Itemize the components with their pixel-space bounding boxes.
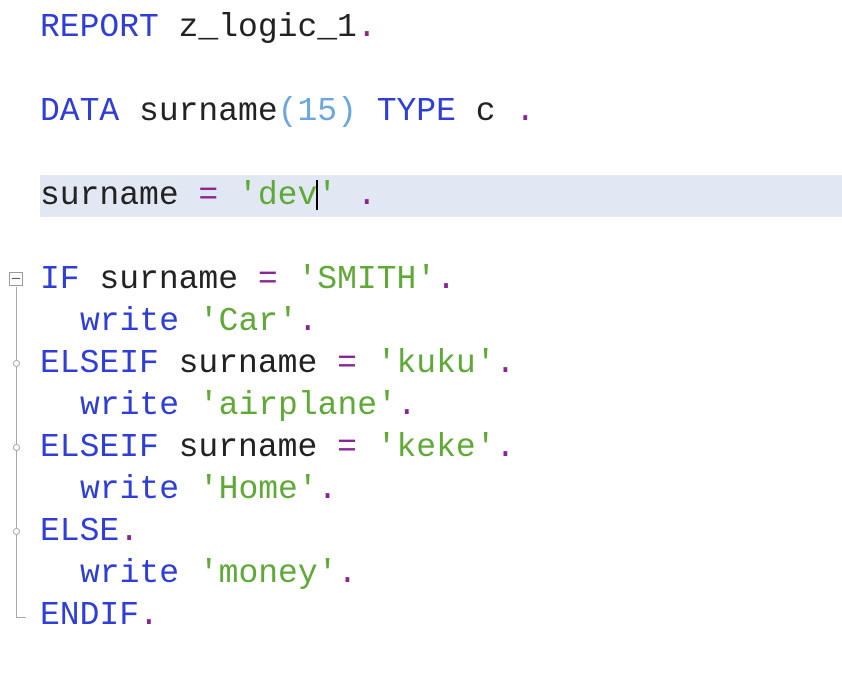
number-literal: 15 [297,93,338,130]
code-line-write-home[interactable]: write 'Home'. [0,469,842,511]
operator-equals: = [317,429,357,466]
fold-branch-marker [13,528,20,535]
period: . [297,303,318,340]
code-line-write-airplane[interactable]: write 'airplane'. [0,385,842,427]
keyword-if: IF [40,261,80,298]
period: . [495,429,516,466]
code-line-write-car[interactable]: write 'Car'. [0,301,842,343]
code-text: ELSE. [40,511,139,553]
keyword-else: ELSE [40,513,120,550]
keyword-data: DATA [40,93,120,130]
identifier: surname [158,429,318,466]
identifier: surname [119,93,278,130]
string-literal: 'airplane' [179,387,397,424]
keyword-write: write [80,471,180,508]
fold-guide-line [16,287,17,618]
code-text: write 'Home'. [40,469,337,511]
code-text: surname = 'dev' . [40,175,377,217]
code-text: ELSEIF surname = 'kuku'. [40,343,515,385]
code-line-else[interactable]: ELSE. [0,511,842,553]
period: . [317,471,338,508]
operator-equals: = [178,177,219,214]
code-text: write 'airplane'. [40,385,417,427]
period: . [119,513,140,550]
code-text: REPORT z_logic_1. [40,7,377,49]
keyword-write: write [80,303,180,340]
period: . [436,261,456,298]
fold-end-marker [16,617,26,618]
identifier: surname [40,177,179,214]
code-line-write-money[interactable]: write 'money'. [0,553,842,595]
string-literal: 'kuku' [356,345,496,382]
string-literal-end: ' [317,177,338,214]
paren-open: ( [277,93,298,130]
fold-branch-marker [13,444,20,451]
code-editor[interactable]: REPORT z_logic_1. DATA surname(15) TYPE … [0,0,842,696]
fold-branch-marker [13,360,20,367]
string-literal: 'keke' [356,429,496,466]
keyword-elseif: ELSEIF [40,345,159,382]
string-literal: 'Home' [179,471,318,508]
code-line-2[interactable]: DATA surname(15) TYPE c . [0,91,842,133]
code-line-elseif-1[interactable]: ELSEIF surname = 'kuku'. [0,343,842,385]
keyword-type: TYPE [356,93,456,130]
program-name: z_logic_1 [158,9,357,46]
keyword-elseif: ELSEIF [40,429,159,466]
string-literal: 'money' [179,555,338,592]
type-name: c [455,93,496,130]
period: . [356,9,377,46]
collapse-minus-icon[interactable] [9,272,23,286]
keyword-write: write [80,387,180,424]
code-text: write 'money'. [40,553,357,595]
period: . [396,387,417,424]
keyword-report: REPORT [40,9,159,46]
code-text: ELSEIF surname = 'keke'. [40,427,515,469]
code-line-endif[interactable]: ENDIF. [0,595,842,637]
operator-equals: = [238,261,278,298]
code-text: write 'Car'. [40,301,318,343]
period: . [337,177,377,214]
identifier: surname [79,261,239,298]
paren-close: ) [337,93,357,130]
operator-equals: = [317,345,357,382]
string-literal: 'Car' [179,303,298,340]
code-text: IF surname = 'SMITH'. [40,259,456,301]
code-line-1[interactable]: REPORT z_logic_1. [0,7,842,49]
code-text: ENDIF. [40,595,159,637]
period: . [495,345,516,382]
code-line-3-current[interactable]: surname = 'dev' . [0,175,842,217]
string-literal: 'SMITH' [277,261,437,298]
code-line-if[interactable]: IF surname = 'SMITH'. [0,259,842,301]
keyword-write: write [80,555,180,592]
period: . [495,93,536,130]
code-text: DATA surname(15) TYPE c . [40,91,535,133]
keyword-endif: ENDIF [40,597,140,634]
string-literal: 'dev [218,177,318,214]
code-line-elseif-2[interactable]: ELSEIF surname = 'keke'. [0,427,842,469]
identifier: surname [158,345,318,382]
period: . [337,555,358,592]
period: . [139,597,159,634]
